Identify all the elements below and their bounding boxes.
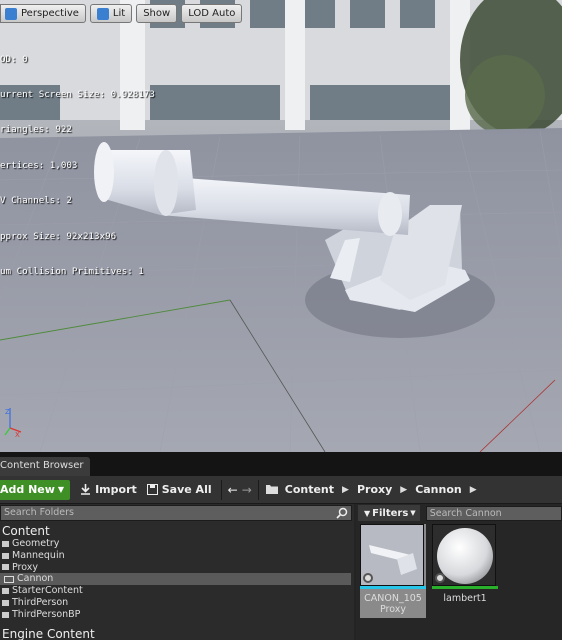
perspective-icon bbox=[5, 7, 17, 20]
folder-icon bbox=[2, 564, 9, 571]
tree-item-mannequin[interactable]: Mannequin bbox=[0, 550, 354, 562]
svg-text:X: X bbox=[15, 431, 20, 438]
asset-type-bar bbox=[360, 586, 426, 589]
save-icon bbox=[146, 484, 158, 495]
breadcrumb-proxy[interactable]: Proxy bbox=[357, 483, 392, 496]
folder-tree-pane: Search Folders Content Geometry Mannequi… bbox=[0, 504, 354, 640]
show-label: Show bbox=[143, 8, 171, 19]
asset-type-icon bbox=[363, 573, 373, 583]
tree-item-startercontent[interactable]: StarterContent bbox=[0, 585, 354, 597]
folder-icon bbox=[265, 485, 278, 494]
chevron-right-icon[interactable]: ▶ bbox=[470, 485, 477, 495]
tree-item-label: ThirdPerson bbox=[12, 596, 69, 608]
breadcrumb-cannon[interactable]: Cannon bbox=[415, 483, 462, 496]
content-browser-tabbar: Content Browser bbox=[0, 452, 562, 476]
tree-item-label: ThirdPersonBP bbox=[12, 608, 81, 620]
import-icon bbox=[81, 484, 91, 495]
tree-item-thirdpersonbp[interactable]: ThirdPersonBP bbox=[0, 609, 354, 621]
perspective-button[interactable]: Perspective bbox=[0, 4, 86, 23]
tree-item-label: Cannon bbox=[17, 573, 54, 585]
tree-root-content[interactable]: Content bbox=[0, 524, 354, 538]
axis-gizmo-icon: Z X bbox=[4, 408, 22, 438]
save-all-button[interactable]: Save All bbox=[146, 483, 212, 496]
tab-content-browser[interactable]: Content Browser bbox=[0, 457, 90, 476]
stat-lod: OD: 0 bbox=[0, 53, 28, 65]
chevron-right-icon[interactable]: ▶ bbox=[342, 485, 349, 495]
folder-icon bbox=[2, 552, 9, 559]
asset-thumbnail bbox=[360, 524, 424, 586]
breadcrumb-content[interactable]: Content bbox=[285, 483, 334, 496]
stat-approx-size: pprox Size: 92x213x96 bbox=[0, 230, 117, 242]
search-folders-placeholder: Search Folders bbox=[4, 507, 74, 518]
search-folders-input[interactable]: Search Folders bbox=[0, 505, 352, 521]
toolbar-divider bbox=[220, 479, 222, 500]
history-back-icon[interactable]: ← bbox=[228, 483, 238, 497]
content-browser-toolbar: Add New ▼ Import Save All ← → Content ▶ … bbox=[0, 476, 562, 504]
asset-view-pane: ▼ Filters ▼ Search Cannon CANON_105 Prox… bbox=[356, 504, 562, 640]
stat-triangles: riangles: 922 bbox=[0, 124, 72, 136]
history-forward-icon[interactable]: → bbox=[242, 483, 252, 497]
asset-type-bar bbox=[432, 586, 498, 589]
perspective-label: Perspective bbox=[21, 8, 79, 19]
tree-item-label: Proxy bbox=[12, 561, 39, 573]
search-icon bbox=[336, 507, 348, 519]
stat-screen-size: urrent Screen Size: 0.928173 bbox=[0, 88, 155, 100]
asset-tile-lambert1[interactable]: lambert1 bbox=[432, 524, 498, 618]
tab-label: Content Browser bbox=[0, 460, 84, 471]
stat-collision: um Collision Primitives: 1 bbox=[0, 265, 144, 277]
lod-button[interactable]: LOD Auto bbox=[181, 4, 243, 23]
toolbar-divider bbox=[257, 479, 259, 500]
asset-tile-canon-proxy[interactable]: CANON_105 Proxy bbox=[360, 524, 426, 618]
lod-label: LOD Auto bbox=[188, 8, 236, 19]
folder-icon bbox=[2, 611, 9, 618]
folder-icon bbox=[2, 599, 9, 606]
folder-icon bbox=[2, 540, 9, 547]
show-button[interactable]: Show bbox=[136, 4, 178, 23]
mesh-stats-overlay: OD: 0 urrent Screen Size: 0.928173 riang… bbox=[0, 30, 155, 301]
folder-open-icon bbox=[4, 575, 14, 583]
asset-name: lambert1 bbox=[443, 593, 487, 604]
stat-vertices: ertices: 1,003 bbox=[0, 159, 78, 171]
folder-tree: Content Geometry Mannequin Proxy Cannon … bbox=[0, 524, 354, 640]
lit-label: Lit bbox=[112, 8, 126, 19]
lit-button[interactable]: Lit bbox=[89, 4, 133, 23]
tree-item-thirdperson[interactable]: ThirdPerson bbox=[0, 597, 354, 609]
lit-icon bbox=[96, 7, 109, 20]
asset-type-icon bbox=[435, 573, 445, 583]
tree-item-label: StarterContent bbox=[12, 585, 83, 597]
search-assets-input[interactable]: Search Cannon bbox=[425, 505, 562, 521]
tree-item-geometry[interactable]: Geometry bbox=[0, 538, 354, 550]
asset-filter-bar: ▼ Filters ▼ Search Cannon bbox=[356, 504, 562, 522]
import-button[interactable]: Import bbox=[80, 483, 137, 496]
tree-item-proxy[interactable]: Proxy bbox=[0, 562, 354, 574]
filter-icon: ▼ bbox=[364, 508, 371, 518]
search-assets-placeholder: Search Cannon bbox=[429, 507, 502, 519]
viewport-toolbar: Perspective Lit Show LOD Auto bbox=[0, 4, 243, 23]
filters-label: Filters bbox=[372, 507, 409, 519]
filters-button[interactable]: ▼ Filters ▼ bbox=[358, 505, 420, 521]
chevron-down-icon: ▼ bbox=[57, 485, 65, 494]
breadcrumb: Content ▶ Proxy ▶ Cannon ▶ bbox=[265, 483, 485, 496]
add-new-button[interactable]: Add New ▼ bbox=[0, 479, 71, 500]
asset-name: CANON_105 Proxy bbox=[364, 593, 422, 615]
folder-icon bbox=[2, 588, 9, 595]
tree-item-label: Geometry bbox=[12, 538, 60, 549]
import-label: Import bbox=[95, 483, 137, 496]
stat-uv-channels: V Channels: 2 bbox=[0, 195, 72, 207]
save-all-label: Save All bbox=[161, 483, 212, 496]
svg-text:Z: Z bbox=[5, 408, 10, 416]
chevron-down-icon: ▼ bbox=[410, 509, 416, 517]
level-viewport[interactable]: Perspective Lit Show LOD Auto OD: 0 urre… bbox=[0, 0, 562, 452]
tree-root-engine-content[interactable]: Engine Content bbox=[0, 627, 354, 640]
asset-thumbnail bbox=[432, 524, 496, 586]
tree-item-label: Mannequin bbox=[12, 549, 65, 561]
add-new-label: Add New bbox=[0, 483, 55, 496]
tree-item-cannon[interactable]: Cannon bbox=[0, 573, 351, 586]
chevron-right-icon[interactable]: ▶ bbox=[400, 485, 407, 495]
content-browser: Content Browser Add New ▼ Import Save Al… bbox=[0, 452, 562, 640]
